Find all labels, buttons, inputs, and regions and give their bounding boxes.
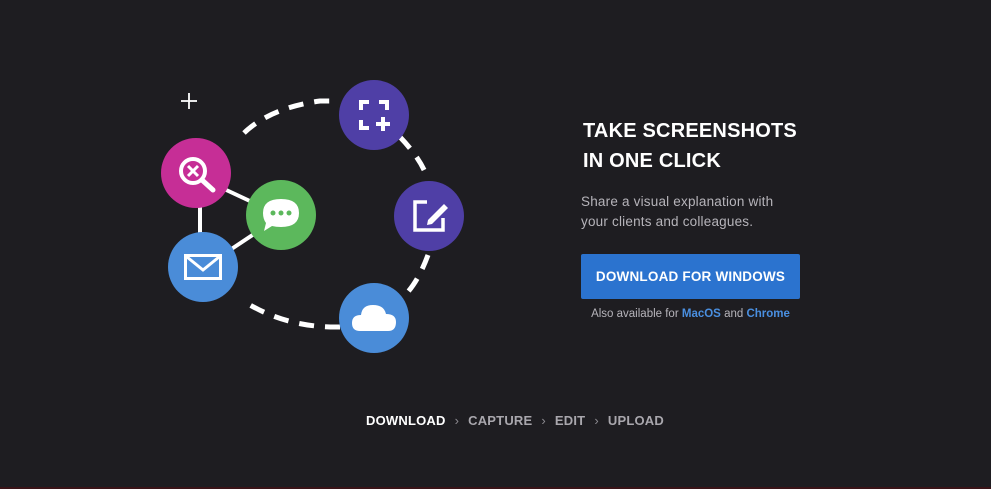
chevron-right-icon: › xyxy=(454,413,460,428)
chat-bubble-icon xyxy=(246,180,316,250)
also-available-prefix: Also available for xyxy=(591,308,679,320)
mail-icon xyxy=(168,232,238,302)
step-edit[interactable]: EDIT xyxy=(555,413,585,428)
edit-icon xyxy=(394,181,464,251)
subtitle-line-2: your clients and colleagues. xyxy=(581,214,754,229)
hero-subtitle: Share a visual explanation with your cli… xyxy=(581,192,811,232)
hero-heading-block: TAKE SCREENSHOTS IN ONE CLICK xyxy=(583,116,797,176)
also-available-conjunction: and xyxy=(724,308,744,320)
step-upload[interactable]: UPLOAD xyxy=(608,413,664,428)
page-title: TAKE SCREENSHOTS IN ONE CLICK xyxy=(583,116,797,176)
chrome-link[interactable]: Chrome xyxy=(746,308,789,320)
chevron-right-icon: › xyxy=(541,413,546,428)
step-capture[interactable]: CAPTURE xyxy=(468,413,532,428)
title-line-2: IN ONE CLICK xyxy=(583,150,721,172)
chevron-right-icon: › xyxy=(594,413,599,428)
capture-add-icon xyxy=(339,80,409,150)
zoom-reject-icon xyxy=(161,138,231,208)
download-for-windows-button[interactable]: DOWNLOAD FOR WINDOWS xyxy=(581,254,800,299)
cloud-icon xyxy=(339,283,409,353)
also-available-text: Also available for MacOS and Chrome xyxy=(581,308,800,320)
plus-sparkle-icon xyxy=(181,93,197,109)
macos-link[interactable]: MacOS xyxy=(682,308,721,320)
step-download[interactable]: DOWNLOAD xyxy=(366,413,446,428)
title-line-1: TAKE SCREENSHOTS xyxy=(583,120,797,142)
subtitle-line-1: Share a visual explanation with xyxy=(581,194,774,209)
steps-breadcrumb: DOWNLOAD › CAPTURE › EDIT › UPLOAD xyxy=(366,413,664,428)
